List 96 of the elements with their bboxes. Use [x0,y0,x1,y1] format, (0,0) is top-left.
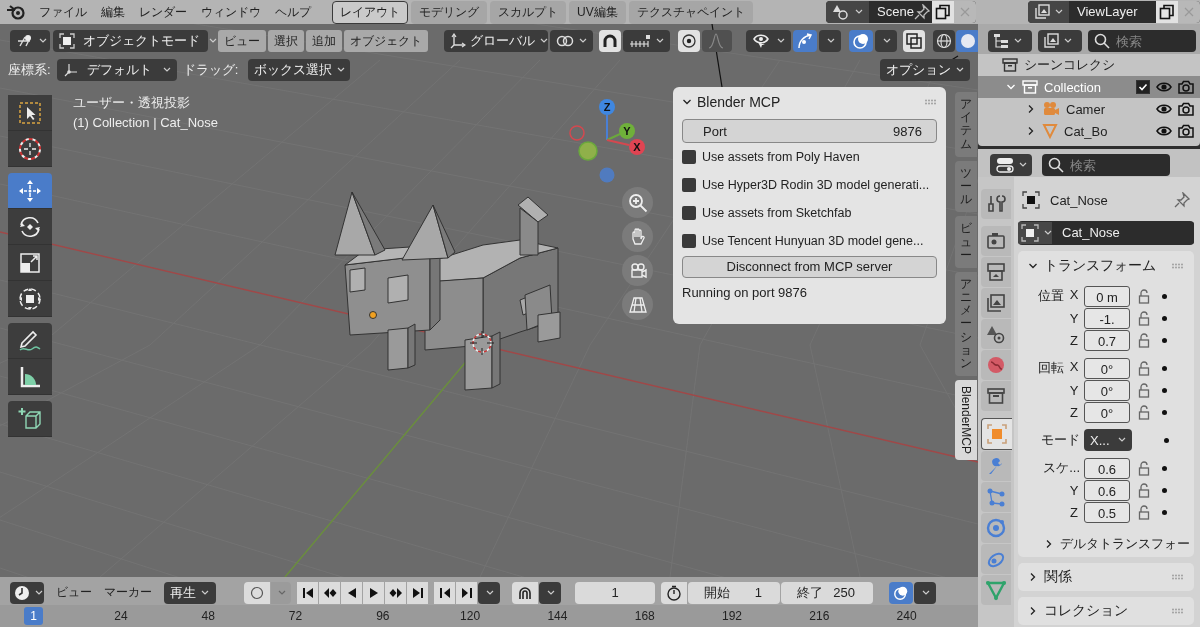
view-name: ユーザー・透視投影 [73,94,191,112]
axis-label: Y [1068,310,1080,326]
frame-number: 1 [24,607,43,625]
disconnect-button[interactable]: Disconnect from MCP server [682,256,937,278]
axis-label: X [1068,359,1080,376]
menu-item[interactable]: ヘルプ [268,3,318,21]
drag-dropdown[interactable]: ボックス選択 [248,59,351,81]
playback-dropdown[interactable]: 再生 [164,581,216,604]
timeline-menu[interactable]: マーカー [104,584,152,601]
search-field[interactable]: 検索 [1042,154,1170,176]
sidebar-tab[interactable]: アニメーション [955,271,977,377]
menu-item[interactable]: ファイル [32,3,94,21]
coordinate-label: 座標系: [8,61,51,79]
options-dropdown[interactable]: オプション [880,59,970,81]
value-field[interactable]: -1. [1084,307,1130,329]
axis-label: Y [1068,382,1080,398]
workspace-tab[interactable]: テクスチャペイント [628,0,753,24]
search-field[interactable]: 検索 [1088,30,1196,52]
axis-handle[interactable]: Z [599,99,615,115]
panel-title: トランスフォーム [1044,257,1156,275]
outliner-row[interactable]: シーンコレクシ [978,54,1200,76]
menu-item[interactable]: 編集 [94,3,132,21]
outliner-row[interactable]: Camer [978,98,1200,120]
axis-label: Z [1069,332,1079,348]
axis-label: Z [1069,404,1079,420]
timeline-menu[interactable]: ビュー [56,584,92,601]
property-label: 回転 [1038,359,1064,377]
frame-number: 144 [546,608,569,625]
axis-label: X [1068,287,1080,304]
workspace-tab[interactable]: レイアウト [332,0,408,24]
viewport-menu[interactable]: オブジェクト [344,30,428,52]
value-field[interactable]: 0° [1084,379,1130,401]
object-info: (1) Collection | Cat_Nose [73,115,218,130]
coordinate-dropdown[interactable]: デフォルト [56,59,177,81]
property-label: 位置 [1038,287,1064,305]
axis-handle[interactable]: X [629,139,645,155]
current-frame-field[interactable]: 1 [575,581,655,604]
axis-label: Z [1069,504,1079,520]
panel-title: コレクション [1044,602,1128,620]
sidebar-tab[interactable]: ビュー [955,216,977,268]
value-field[interactable]: 0.6 [1084,479,1130,501]
object-name: Cat_Nose [1050,192,1109,208]
value-field[interactable]: 0° [1084,357,1130,379]
value-field[interactable]: 0.5 [1084,501,1130,523]
outliner-item-label: Collection [1044,79,1102,95]
frame-number: 48 [200,608,216,625]
sidebar-tab[interactable]: BlenderMCP [955,380,977,461]
axis-label: Y [1068,482,1080,498]
viewport-menu[interactable]: ビュー [218,30,266,52]
workspace-tab[interactable]: UV編集 [569,0,626,24]
axis-label: X [633,141,641,153]
drag-label: ドラッグ: [182,61,239,79]
axis-label: Y [623,125,631,137]
collapsed-panel[interactable]: コレクション [1018,597,1194,625]
value-field[interactable]: 0.6 [1084,457,1130,479]
sidebar-tab[interactable]: ツール [955,160,977,213]
value-field[interactable]: 0 m [1084,285,1130,307]
frame-number: 96 [375,608,391,625]
value-field[interactable]: 0° [1084,401,1130,423]
start-frame-field[interactable]: 開始 1 [688,581,780,604]
checkbox-label: Use Hyper3D Rodin 3D model generati... [702,178,930,192]
workspace-tab[interactable]: スカルプト [490,0,566,24]
menu-item[interactable]: レンダー [132,3,194,21]
property-label: モード [1041,431,1080,449]
subpanel-title[interactable]: デルタトランスフォー [1060,535,1190,553]
viewport-menu[interactable]: 追加 [306,30,342,52]
axis-label: Z [603,101,611,113]
end-frame-field[interactable]: 終了 250 [781,581,873,604]
workspace-tab[interactable]: モデリング [411,0,487,24]
axis-handle[interactable]: Y [619,123,635,139]
panel-title: 関係 [1044,568,1072,586]
checkbox-label: Use Tencent Hunyuan 3D model gene... [702,234,924,248]
frame-number: 72 [287,608,304,625]
rotation-mode-dropdown[interactable]: X... [1084,429,1132,451]
viewport-menu[interactable]: 選択 [268,30,304,52]
outliner-item-label: シーンコレクシ [1024,56,1115,74]
collapsed-panel[interactable]: 関係 [1018,563,1194,591]
frame-number: 120 [459,608,482,625]
property-label: スケ... [1043,459,1080,477]
checkbox-label: Use assets from Poly Haven [702,150,860,164]
orientation-dropdown[interactable]: グローバル [444,30,548,52]
checkbox-label: Use assets from Sketchfab [702,206,852,220]
port-field[interactable]: Port 9876 [682,119,937,143]
outliner-item-label: Camer [1066,101,1105,117]
outliner-item-label: Cat_Bo [1064,123,1108,139]
outliner-row[interactable]: Cat_Bo [978,120,1200,142]
frame-number: 240 [895,608,918,625]
frame-number: 24 [113,608,129,625]
status-text: Running on port 9876 [682,285,809,300]
value-field[interactable]: 0.7 [1084,329,1130,351]
sidebar-tab[interactable]: アイテム [955,92,977,157]
frame-number: 168 [633,608,656,625]
frame-number: 192 [721,608,744,625]
menu-item[interactable]: ウィンドウ [194,3,268,21]
panel-title: Blender MCP [697,94,782,110]
frame-number: 216 [808,608,831,625]
